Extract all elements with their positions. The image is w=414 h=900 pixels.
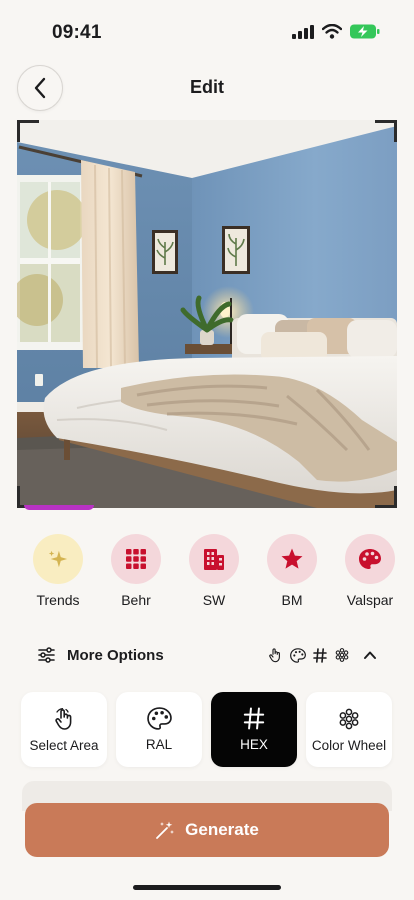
hash-icon xyxy=(243,707,265,730)
status-icons xyxy=(292,24,380,39)
sliders-icon xyxy=(38,647,55,663)
method-select-area-label: Select Area xyxy=(29,737,99,753)
more-options-row[interactable]: More Options xyxy=(38,640,383,670)
brand-valspar[interactable]: Valspar xyxy=(330,534,410,608)
home-indicator[interactable] xyxy=(133,885,281,890)
brand-bm-label: BM xyxy=(281,592,303,608)
brand-valspar-label: Valspar xyxy=(346,592,394,608)
hand-pointer-icon xyxy=(55,707,72,730)
method-hex-label: HEX xyxy=(240,737,268,752)
method-color-wheel-label: Color Wheel xyxy=(311,737,387,753)
method-ral[interactable]: RAL xyxy=(116,692,202,767)
brand-bm-circle xyxy=(267,534,317,584)
brand-trends-circle xyxy=(33,534,83,584)
bedroom-image xyxy=(17,120,397,508)
status-time: 09:41 xyxy=(52,22,102,43)
brand-bm[interactable]: BM xyxy=(252,534,332,608)
page-title: Edit xyxy=(190,77,224,97)
chevron-up-icon[interactable] xyxy=(357,648,383,662)
room-photo[interactable] xyxy=(17,120,397,508)
more-options-mini-icons xyxy=(267,647,383,663)
battery-charging-icon xyxy=(350,24,380,39)
hand-pointer-icon xyxy=(269,648,280,663)
brand-sw-label: SW xyxy=(202,592,226,608)
palette-icon xyxy=(146,707,172,730)
crop-corner-top-left[interactable] xyxy=(17,120,39,142)
brand-selector: Trends Behr SW BM Valspar xyxy=(0,534,414,614)
method-hex[interactable]: HEX xyxy=(211,692,297,767)
method-select-area[interactable]: Select Area xyxy=(21,692,107,767)
brand-behr[interactable]: Behr xyxy=(96,534,176,608)
sparkle-icon xyxy=(48,550,68,568)
crop-corner-top-right[interactable] xyxy=(375,120,397,142)
hash-icon xyxy=(313,647,327,663)
brand-behr-circle xyxy=(111,534,161,584)
palette-icon xyxy=(359,549,381,569)
color-wheel-icon xyxy=(335,648,349,662)
generate-button[interactable]: Generate xyxy=(25,803,389,857)
wifi-icon xyxy=(322,24,342,39)
cellular-signal-icon xyxy=(292,24,314,39)
crop-corner-bottom-right[interactable] xyxy=(375,486,397,508)
brand-trends-label: Trends xyxy=(36,592,80,608)
color-wheel-icon xyxy=(339,708,359,729)
star-icon xyxy=(281,548,303,569)
more-options-label: More Options xyxy=(67,646,164,664)
generate-label: Generate xyxy=(185,820,259,839)
brand-sw-circle xyxy=(189,534,239,584)
building-icon xyxy=(204,549,224,570)
grid-icon xyxy=(126,549,146,569)
brand-behr-label: Behr xyxy=(121,592,151,608)
magic-wand-icon xyxy=(156,821,175,839)
color-indicator xyxy=(24,505,94,510)
palette-icon xyxy=(290,647,306,663)
status-bar: 09:41 xyxy=(0,0,414,60)
brand-sw[interactable]: SW xyxy=(174,534,254,608)
brand-valspar-circle xyxy=(345,534,395,584)
method-ral-label: RAL xyxy=(145,737,173,752)
method-color-wheel[interactable]: Color Wheel xyxy=(306,692,392,767)
brand-trends[interactable]: Trends xyxy=(18,534,98,608)
